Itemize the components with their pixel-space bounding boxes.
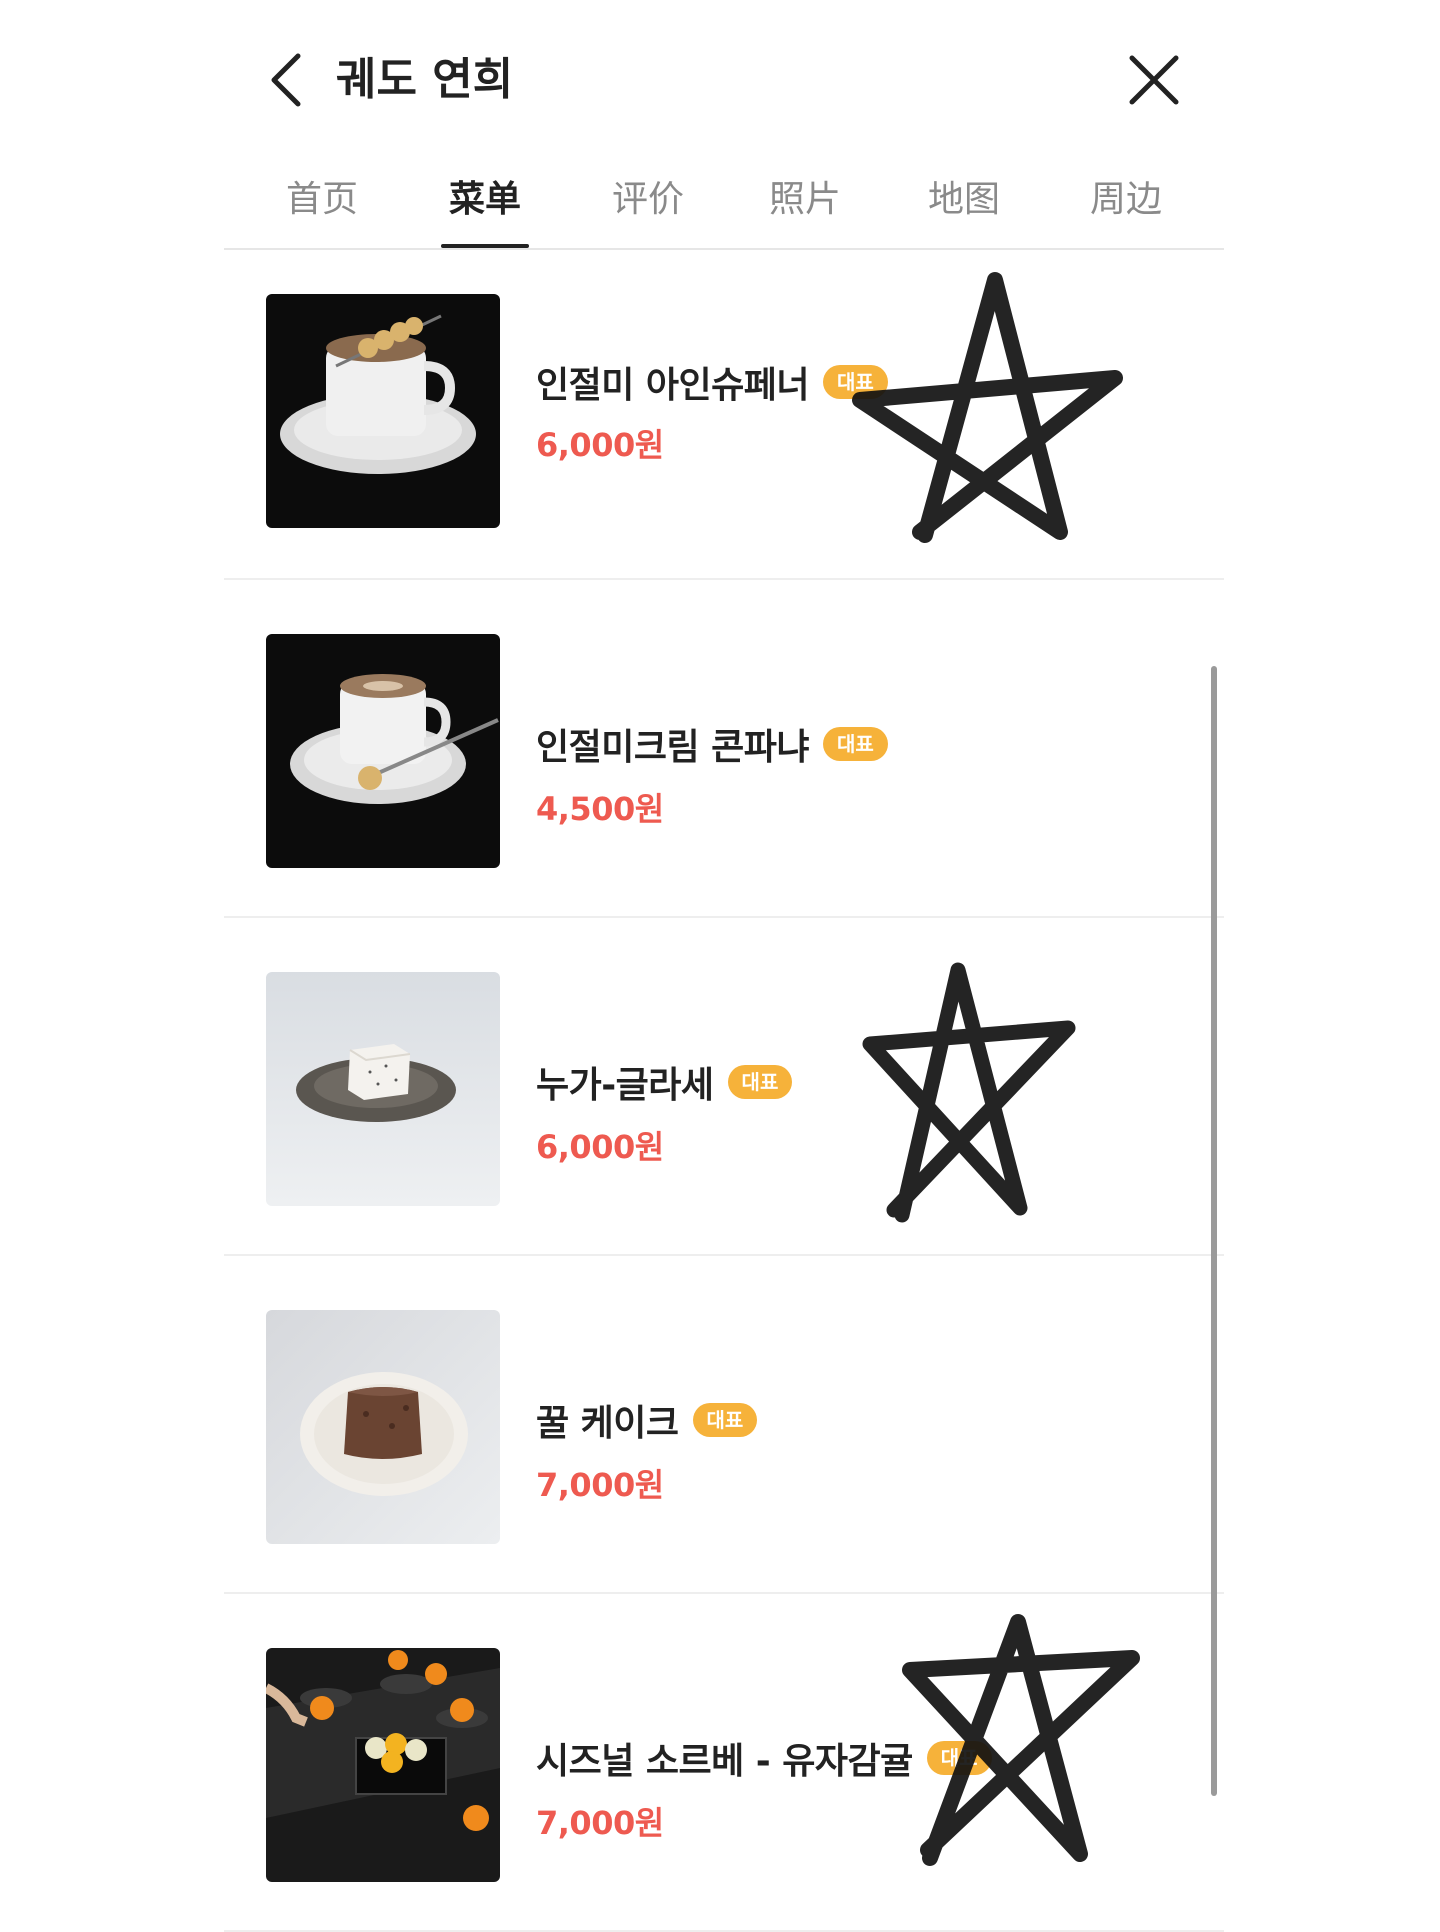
menu-item-photo <box>266 1310 500 1544</box>
back-chevron-icon[interactable] <box>264 48 312 112</box>
menu-item-price: 7,000원 <box>536 1466 664 1504</box>
signature-badge: 대표 <box>692 1403 758 1437</box>
menu-list: 인절미 아인슈페너 대표 6,000원 인절미크림 콘파냐 대표 4,500원 … <box>224 250 1224 1932</box>
tab-nearby[interactable]: 周边 <box>1066 170 1186 222</box>
menu-item-photo <box>266 972 500 1206</box>
menu-item-photo <box>266 634 500 868</box>
active-tab-indicator <box>441 244 529 248</box>
tab-home[interactable]: 首页 <box>262 170 382 222</box>
menu-item-title-row: 인절미 아인슈페너 대표 <box>536 356 888 408</box>
menu-item[interactable]: 인절미크림 콘파냐 대표 4,500원 <box>224 580 1224 918</box>
menu-item-name: 꿀 케이크 <box>536 1403 679 1444</box>
page-title: 궤도 연희 <box>336 54 514 105</box>
menu-item-photo <box>266 294 500 528</box>
menu-item-title-row: 시즈널 소르베 - 유자감귤 대표 <box>536 1732 992 1784</box>
signature-badge: 대표 <box>823 727 888 761</box>
tab-reviews[interactable]: 评价 <box>588 170 708 222</box>
menu-item-title-row: 인절미크림 콘파냐 대표 <box>536 718 888 770</box>
app-screen: 궤도 연희 首页 菜单 评价 照片 地图 周边 인절미 아인슈페너 대표 6,0… <box>0 0 1440 1932</box>
tab-map[interactable]: 地图 <box>904 170 1024 222</box>
menu-item-name: 누가-글라세 <box>536 1065 714 1106</box>
signature-badge: 대표 <box>926 1741 992 1775</box>
top-bar: 궤도 연희 <box>224 0 1224 160</box>
menu-item[interactable]: 꿀 케이크 대표 7,000원 <box>224 1256 1224 1594</box>
menu-item-price: 6,000원 <box>536 1128 664 1166</box>
tab-photos[interactable]: 照片 <box>745 170 865 222</box>
menu-item-name: 인절미크림 콘파냐 <box>536 727 810 768</box>
tab-menu[interactable]: 菜单 <box>425 170 545 222</box>
menu-item-price: 4,500원 <box>536 790 664 828</box>
menu-item-name: 시즈널 소르베 - 유자감귤 <box>536 1741 913 1782</box>
menu-item-name: 인절미 아인슈페너 <box>536 365 810 406</box>
menu-item-price: 7,000원 <box>536 1804 664 1842</box>
signature-badge: 대표 <box>727 1065 793 1099</box>
menu-item-title-row: 누가-글라세 대표 <box>536 1056 793 1108</box>
menu-item[interactable]: 누가-글라세 대표 6,000원 <box>224 918 1224 1256</box>
scrollbar[interactable] <box>1211 666 1217 1796</box>
menu-item-title-row: 꿀 케이크 대표 <box>536 1394 758 1446</box>
menu-item-photo <box>266 1648 500 1882</box>
tab-bar: 首页 菜单 评价 照片 地图 周边 <box>224 160 1224 250</box>
signature-badge: 대표 <box>823 365 888 399</box>
menu-item[interactable]: 시즈널 소르베 - 유자감귤 대표 7,000원 <box>224 1594 1224 1932</box>
close-icon[interactable] <box>1126 52 1182 108</box>
menu-item[interactable]: 인절미 아인슈페너 대표 6,000원 <box>224 250 1224 580</box>
menu-item-price: 6,000원 <box>536 426 664 464</box>
